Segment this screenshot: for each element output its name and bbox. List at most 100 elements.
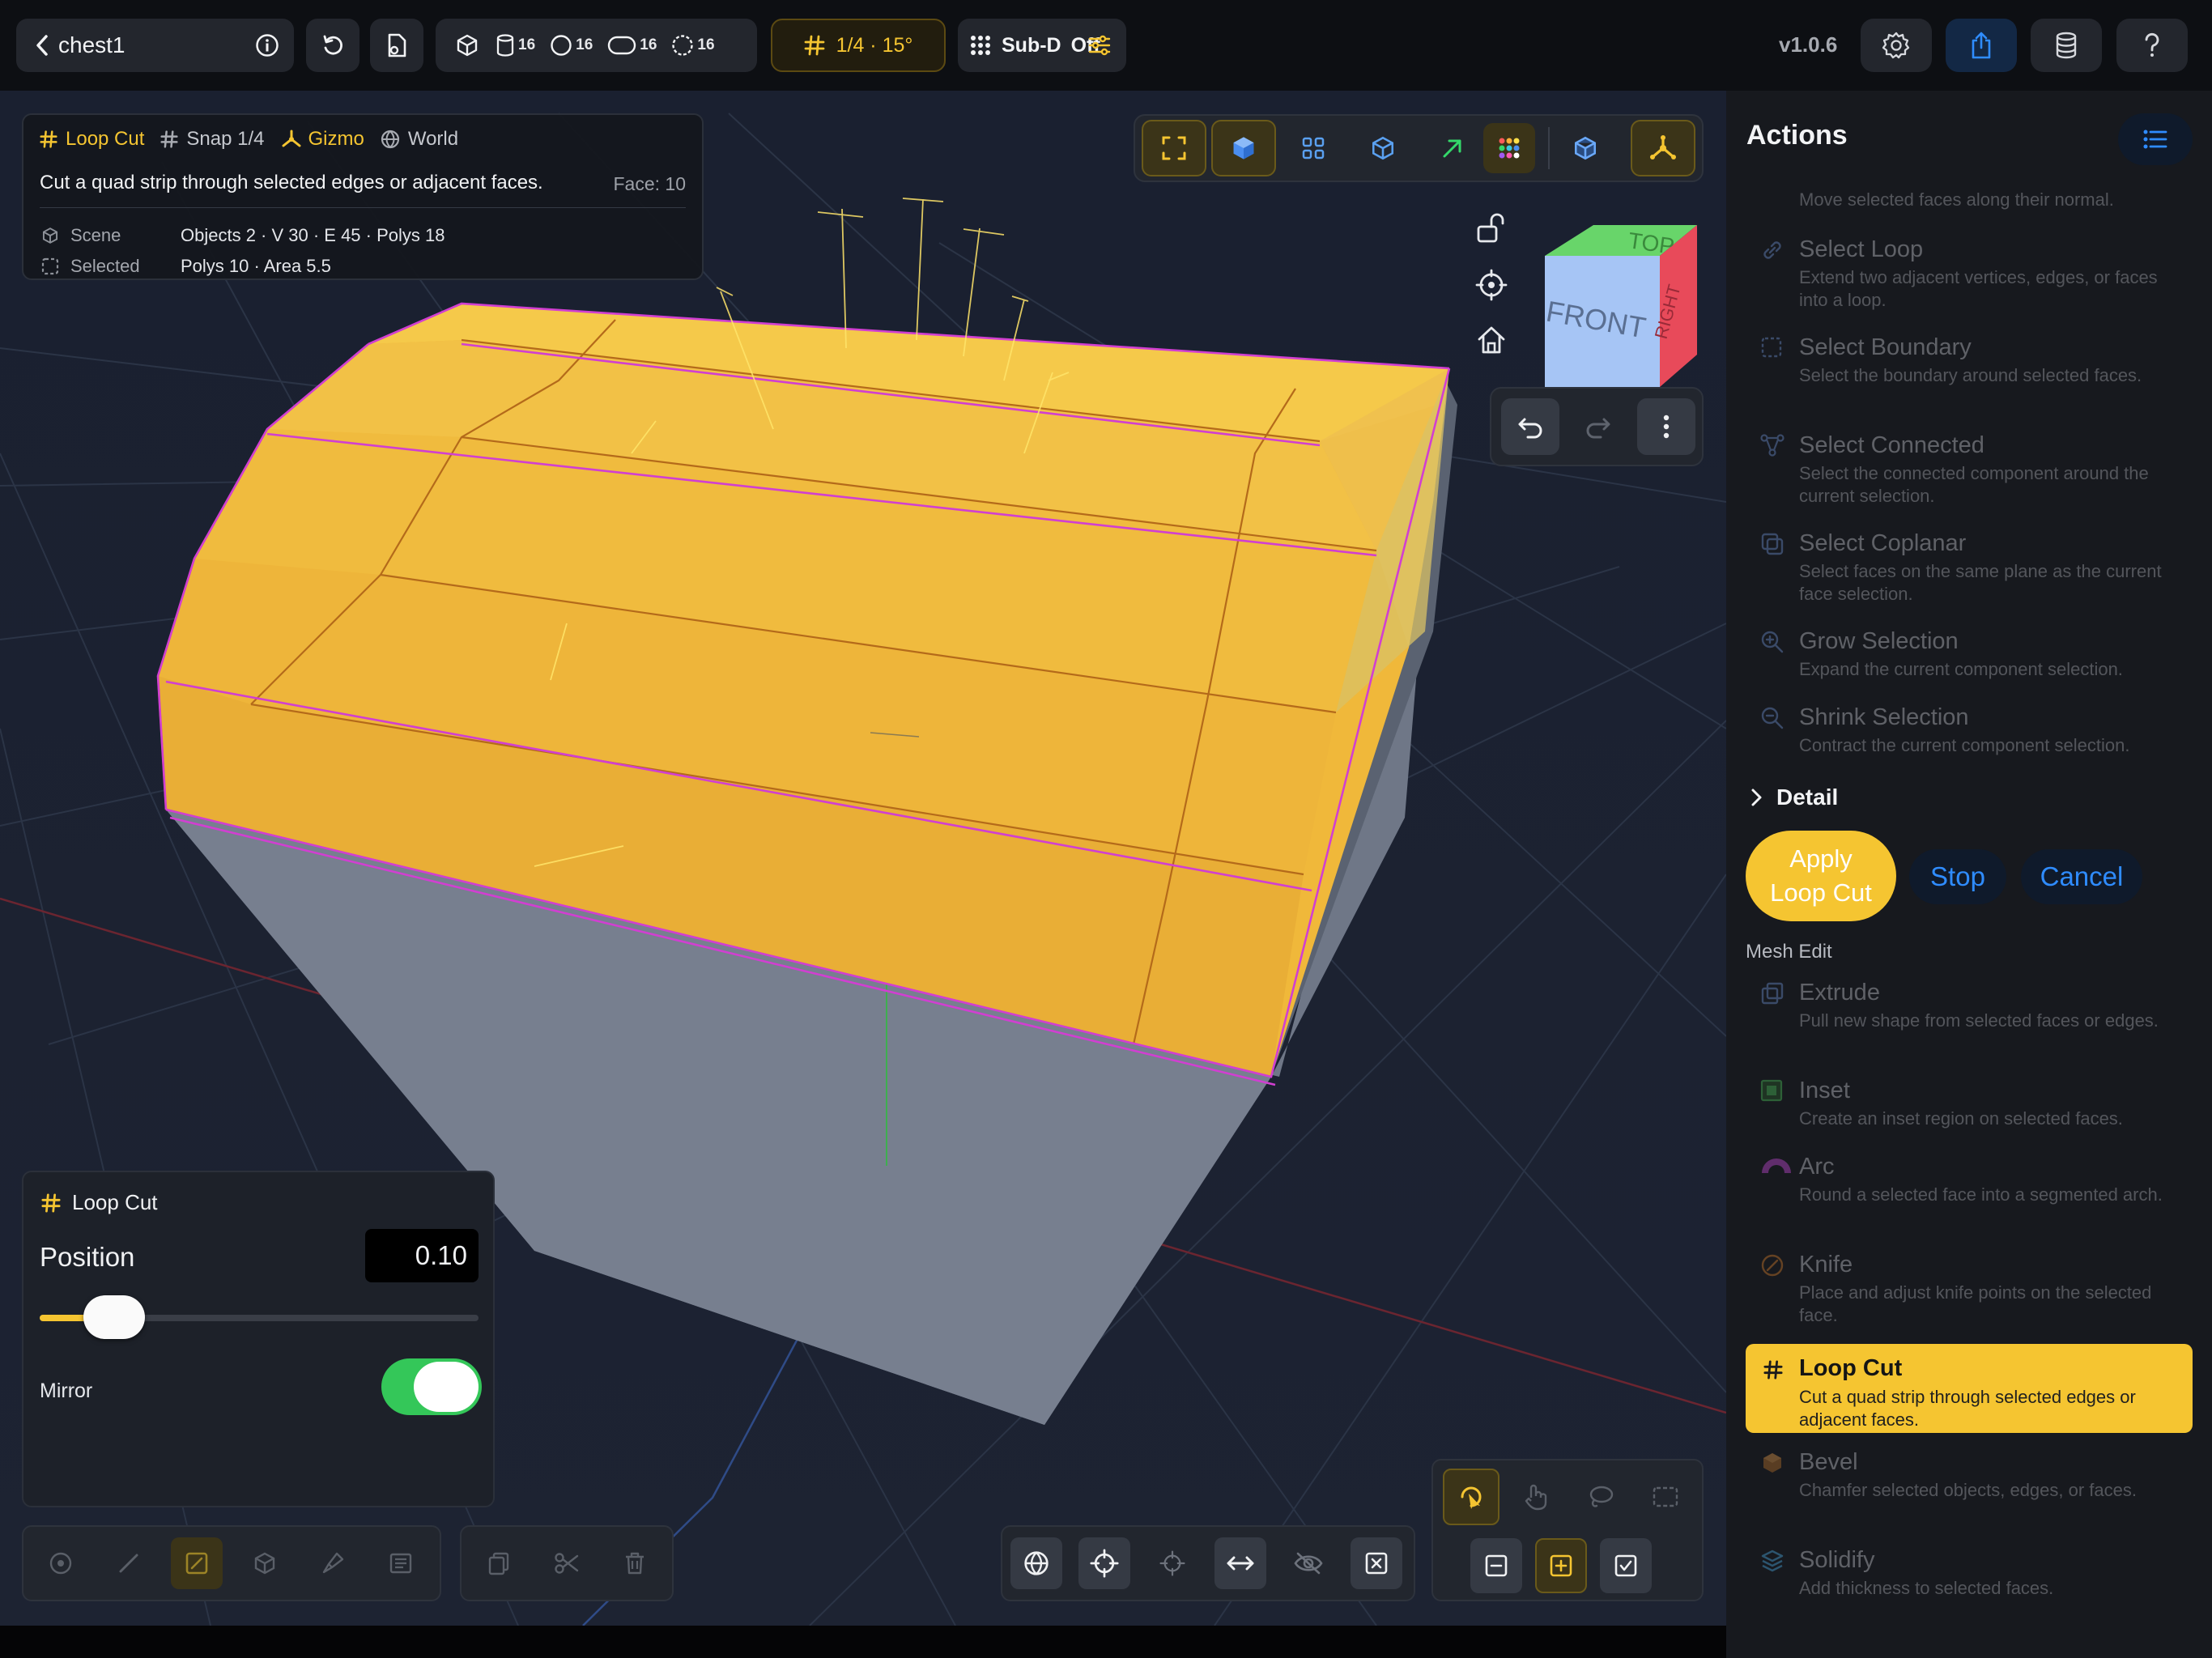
pivot-button[interactable] (1078, 1537, 1130, 1589)
cut-button[interactable] (541, 1537, 593, 1589)
mirror-toggle[interactable] (381, 1358, 482, 1415)
capsule-icon[interactable] (607, 35, 636, 56)
wireframe-button[interactable] (1351, 120, 1415, 176)
file-name-pill[interactable]: chest1 (16, 19, 294, 72)
action-title: Inset (1799, 1078, 1850, 1103)
rotate-back-icon (321, 33, 345, 57)
hide-button[interactable] (1283, 1537, 1334, 1589)
solid-shading-button[interactable] (1211, 120, 1276, 176)
storage-button[interactable] (2031, 19, 2102, 72)
undo-history-button[interactable] (306, 19, 359, 72)
torus-icon[interactable] (671, 34, 694, 57)
snap-settings-button[interactable]: 1/4 · 15° (771, 19, 946, 72)
redo-button[interactable] (1569, 398, 1627, 455)
dots-grid-icon (969, 34, 992, 57)
crosshair-icon[interactable] (1475, 269, 1508, 301)
action-loop-cut-active[interactable]: Loop Cut Cut a quad strip through select… (1746, 1344, 2193, 1433)
transform-gizmo-button[interactable] (1631, 120, 1695, 176)
primitive-counts[interactable]: 16 16 16 16 (436, 19, 757, 72)
position-input[interactable]: 0.10 (365, 1229, 479, 1282)
action-desc: Round a selected face into a segmented a… (1799, 1184, 2163, 1205)
arrow-up-right-icon (1440, 136, 1465, 160)
add-selection-button[interactable] (1535, 1538, 1587, 1593)
mirror-axis-button[interactable] (1214, 1537, 1266, 1589)
color-palette-button[interactable] (1483, 123, 1535, 173)
file-name: chest1 (58, 32, 125, 57)
help-button[interactable] (2116, 19, 2188, 72)
action-title: Solidify (1799, 1547, 1875, 1573)
object-mode-button[interactable] (239, 1537, 291, 1589)
gear-icon (1882, 31, 1911, 60)
world-space-button[interactable] (1010, 1537, 1062, 1589)
copy-button[interactable] (473, 1537, 525, 1589)
undo-button[interactable] (1501, 398, 1559, 455)
action-desc: Select faces on the same plane as the cu… (1799, 561, 2162, 604)
apply-loop-cut-button[interactable]: Apply Loop Cut (1746, 831, 1896, 921)
action-select-loop[interactable]: Select Loop Extend two adjacent vertices… (1763, 236, 2180, 312)
action-shrink-selection[interactable]: Shrink Selection Contract the current co… (1761, 704, 2180, 757)
navigation-cube[interactable]: TOP FRONT RIGHT (1530, 212, 1704, 393)
export-button[interactable] (1946, 19, 2017, 72)
normals-button[interactable] (1420, 120, 1485, 176)
top-toolbar: chest1 16 16 16 16 1/4 · 15° Sub-D Off v… (0, 0, 2212, 91)
cube-icon[interactable] (455, 33, 479, 57)
text-mode-button[interactable] (375, 1537, 427, 1589)
xray-button[interactable] (1553, 120, 1618, 176)
lock-open-icon[interactable] (1475, 212, 1506, 244)
3d-viewport[interactable]: Loop Cut Snap 1/4 Gizmo World Cut a quad… (0, 91, 1726, 1626)
detail-disclosure[interactable]: Detail (1749, 784, 1838, 810)
x-square-icon (1364, 1551, 1389, 1575)
action-desc: Expand the current component selection. (1799, 659, 2123, 679)
action-desc: Chamfer selected objects, edges, or face… (1799, 1480, 2137, 1500)
box-select-button[interactable] (1637, 1469, 1694, 1525)
lasso-select-button[interactable] (1572, 1469, 1629, 1525)
brush-mode-button[interactable] (307, 1537, 359, 1589)
action-arc[interactable]: Arc Round a selected face into a segment… (1762, 1154, 2180, 1206)
snap-target-button[interactable] (1146, 1537, 1198, 1589)
action-extrude[interactable]: Extrude Pull new shape from selected fac… (1761, 980, 2180, 1032)
action-bevel[interactable]: Bevel Chamfer selected objects, edges, o… (1763, 1449, 2180, 1502)
deselect-button[interactable] (1351, 1537, 1402, 1589)
sliders-icon[interactable] (1087, 34, 1112, 57)
cancel-button[interactable]: Cancel (2021, 849, 2142, 904)
subd-toggle[interactable]: Sub-D Off (958, 19, 1126, 72)
list-view-button[interactable] (2118, 113, 2193, 165)
face-mode-button[interactable] (171, 1537, 223, 1589)
action-knife[interactable]: Knife Place and adjust knife points on t… (1761, 1252, 2180, 1327)
action-inset[interactable]: Inset Create an inset region on selected… (1760, 1078, 2180, 1130)
shrink-icon (1760, 706, 1784, 734)
action-title: Select Coplanar (1799, 530, 1967, 556)
position-label: Position (40, 1242, 135, 1272)
sphere-icon[interactable] (550, 34, 572, 57)
vertex-mode-button[interactable] (35, 1537, 87, 1589)
edge-mode-button[interactable] (103, 1537, 155, 1589)
document-icon (385, 32, 409, 58)
solidify-icon (1760, 1549, 1784, 1577)
action-desc: Create an inset region on selected faces… (1799, 1108, 2123, 1129)
touch-select-button[interactable] (1508, 1469, 1564, 1525)
stop-button[interactable]: Stop (1909, 849, 2006, 904)
settings-button[interactable] (1861, 19, 1932, 72)
home-icon[interactable] (1475, 324, 1508, 356)
action-title: Select Boundary (1799, 334, 1972, 360)
position-slider-track[interactable] (40, 1295, 479, 1339)
position-slider-thumb[interactable] (83, 1295, 146, 1339)
action-solidify[interactable]: Solidify Add thickness to selected faces… (1761, 1547, 2180, 1600)
replace-selection-button[interactable] (1600, 1538, 1652, 1593)
subtract-selection-button[interactable] (1470, 1538, 1522, 1593)
ellipsis-vertical-icon (1662, 414, 1670, 440)
action-grow-selection[interactable]: Grow Selection Expand the current compon… (1761, 628, 2180, 681)
frame-selection-button[interactable] (1142, 120, 1206, 176)
tap-select-button[interactable] (1443, 1469, 1499, 1525)
back-chevron-icon[interactable] (34, 34, 50, 57)
quad-view-button[interactable] (1281, 120, 1346, 176)
action-select-boundary[interactable]: Select Boundary Select the boundary arou… (1761, 334, 2180, 387)
info-icon[interactable] (255, 33, 279, 57)
file-script-button[interactable] (370, 19, 423, 72)
cylinder-icon[interactable] (496, 33, 515, 57)
mirror-label: Mirror (40, 1380, 93, 1402)
more-button[interactable] (1637, 398, 1695, 455)
action-select-coplanar[interactable]: Select Coplanar Select faces on the same… (1761, 530, 2180, 606)
action-select-connected[interactable]: Select Connected Select the connected co… (1760, 432, 2180, 508)
delete-button[interactable] (609, 1537, 661, 1589)
